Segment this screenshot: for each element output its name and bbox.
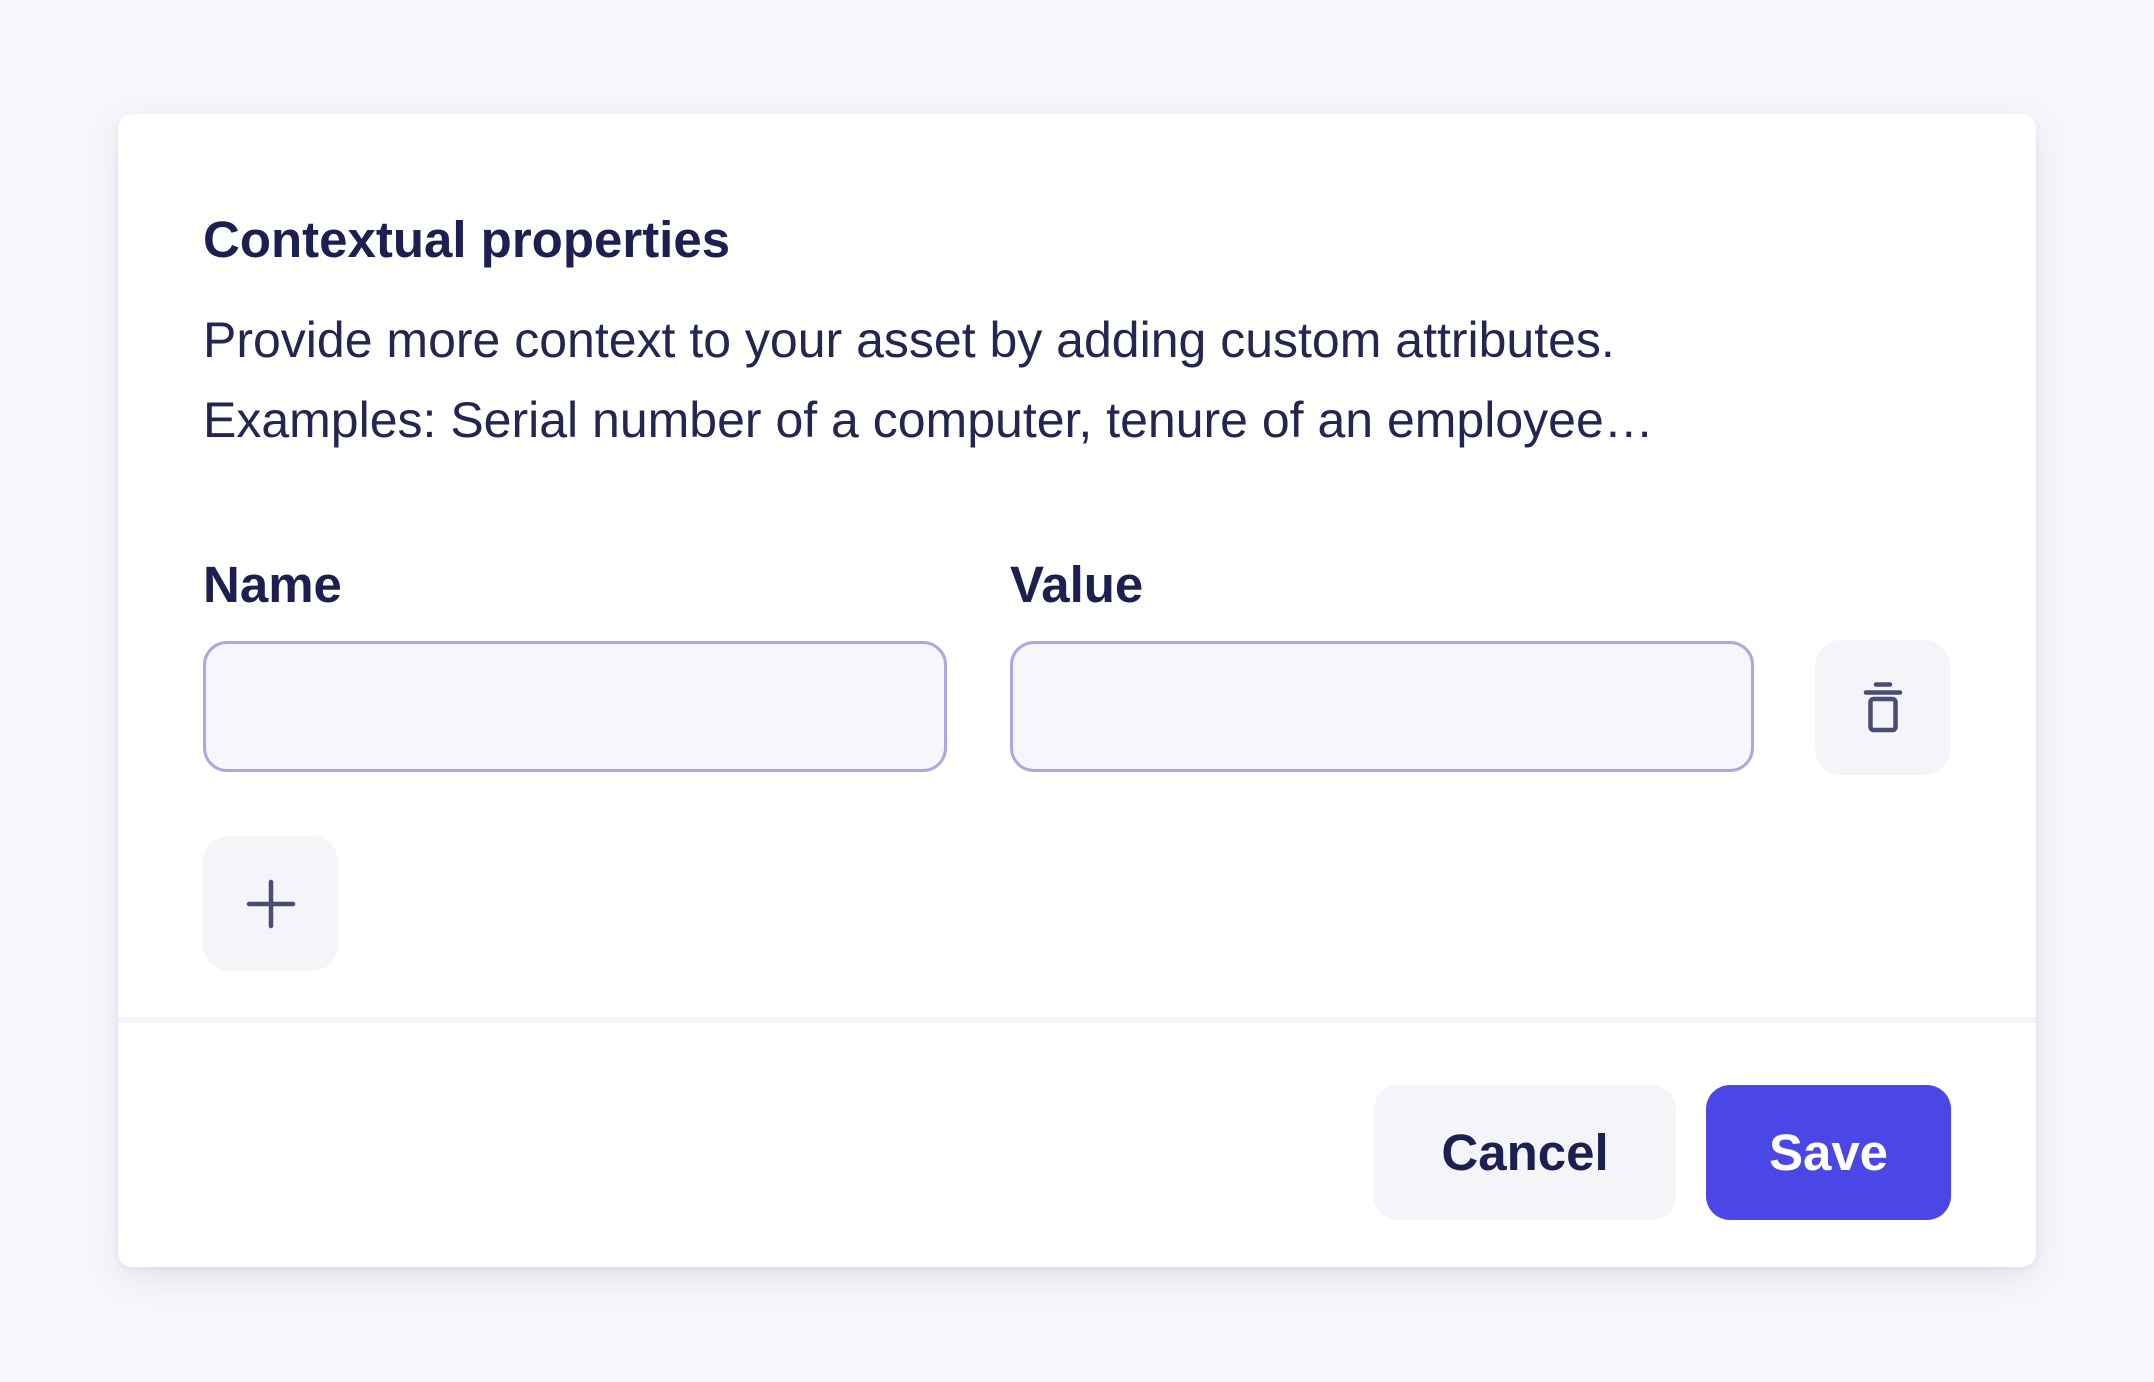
description-line: Provide more context to your asset by ad… (203, 312, 1615, 368)
add-property-button[interactable] (203, 836, 338, 971)
dialog-description: Provide more context to your asset by ad… (203, 300, 1983, 460)
footer-divider (118, 1017, 2036, 1023)
save-button[interactable]: Save (1706, 1085, 1951, 1220)
delete-property-button[interactable] (1815, 640, 1950, 775)
dialog-title: Contextual properties (203, 211, 731, 268)
property-name-input[interactable] (203, 641, 947, 772)
plus-icon (246, 879, 295, 928)
contextual-properties-dialog: Contextual properties Provide more conte… (118, 114, 2036, 1267)
name-label: Name (203, 556, 342, 613)
value-label: Value (1010, 556, 1144, 613)
trash-icon (1863, 681, 1902, 732)
description-line: Examples: Serial number of a computer, t… (203, 392, 1654, 448)
property-value-input[interactable] (1010, 641, 1754, 772)
cancel-button[interactable]: Cancel (1374, 1085, 1676, 1220)
